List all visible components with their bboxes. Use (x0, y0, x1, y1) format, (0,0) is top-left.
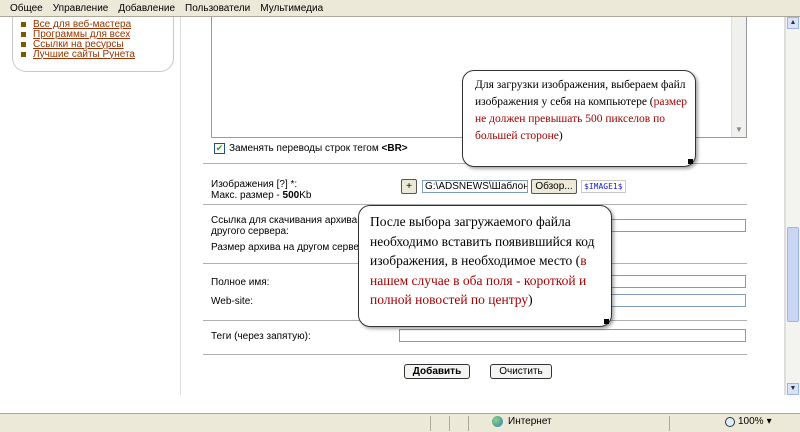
website-label: Web-site: (211, 296, 254, 307)
bullet-icon (21, 51, 26, 57)
replace-newlines-row: ✔ Заменять переводы строк тегом <BR> (214, 143, 408, 154)
bullet-icon (21, 21, 26, 27)
corner-marker (688, 159, 693, 164)
tags-label: Теги (через запятую): (211, 331, 311, 342)
magnifier-icon (725, 416, 735, 427)
sidebar-link[interactable]: Ссылки на ресурсы (21, 39, 173, 50)
replace-newlines-checkbox[interactable]: ✔ (214, 143, 225, 154)
security-zone-label: Интернет (508, 416, 552, 427)
insert-code-callout: После выбора загружаемого файла необходи… (358, 205, 612, 327)
fullname-input[interactable] (611, 275, 746, 288)
nav-management[interactable]: Управление (53, 3, 109, 14)
image-file-input[interactable]: G:\ADSNEWS\Шаблоны (422, 180, 528, 193)
chevron-down-icon[interactable]: ▾ (767, 416, 772, 427)
website-input[interactable] (611, 294, 746, 307)
add-image-button[interactable]: + (401, 179, 417, 194)
sidebar-link[interactable]: Лучшие сайты Рунета (21, 49, 173, 60)
bullet-icon (21, 41, 26, 47)
scrollbar-thumb[interactable] (787, 227, 799, 322)
tags-input[interactable] (399, 329, 746, 342)
image-code[interactable]: $IMAGE1$ (581, 180, 626, 193)
max-size-label: Макс. размер - 500Kb (211, 190, 312, 201)
textarea-scrollbar[interactable]: ▼ (731, 17, 746, 137)
page-bottom-area (0, 395, 800, 413)
images-label: Изображения [?] *: (211, 179, 298, 190)
archive-link-label-2: другого сервера: (211, 226, 289, 237)
scroll-down-icon[interactable]: ▼ (787, 383, 799, 395)
scroll-up-icon[interactable]: ▲ (787, 17, 799, 29)
status-separator (468, 415, 469, 431)
page-scrollbar[interactable]: ▲ ▼ (785, 17, 800, 395)
fullname-label: Полное имя: (211, 277, 270, 288)
archive-size-label: Размер архива на другом серве (211, 242, 359, 253)
corner-marker (604, 319, 609, 324)
nav-general[interactable]: Общее (10, 3, 43, 14)
archive-link-label: Ссылка для скачивания архива (211, 215, 358, 226)
sidebar-link[interactable]: Все для веб-мастера (21, 19, 173, 30)
status-separator (669, 415, 670, 431)
bullet-icon (21, 31, 26, 37)
add-button[interactable]: Добавить (404, 364, 470, 379)
replace-newlines-label: Заменять переводы строк тегом <BR> (229, 143, 408, 154)
status-bar (0, 413, 800, 432)
browse-button[interactable]: Обзор... (531, 179, 577, 194)
archive-link-input[interactable] (611, 219, 746, 232)
nav-multimedia[interactable]: Мультимедиа (260, 3, 323, 14)
clear-button[interactable]: Очистить (490, 364, 552, 379)
top-nav-bar: Общее Управление Добавление Пользователи… (0, 0, 800, 17)
scroll-down-icon[interactable]: ▼ (735, 125, 743, 134)
internet-zone-icon (492, 416, 503, 427)
left-sidebar: Все для веб-мастера Программы для всех С… (0, 17, 180, 395)
upload-hint-callout: Для загрузки изображения, выбераем файл … (462, 70, 696, 167)
links-panel: Все для веб-мастера Программы для всех С… (12, 17, 174, 72)
status-separator (430, 415, 431, 431)
zoom-level[interactable]: 100% (738, 416, 764, 427)
nav-users[interactable]: Пользователи (185, 3, 250, 14)
sidebar-link[interactable]: Программы для всех (21, 29, 173, 40)
nav-add[interactable]: Добавление (118, 3, 175, 14)
divider (203, 354, 747, 355)
status-separator (449, 415, 450, 431)
zoom-control[interactable]: 100% ▾ (725, 416, 772, 427)
